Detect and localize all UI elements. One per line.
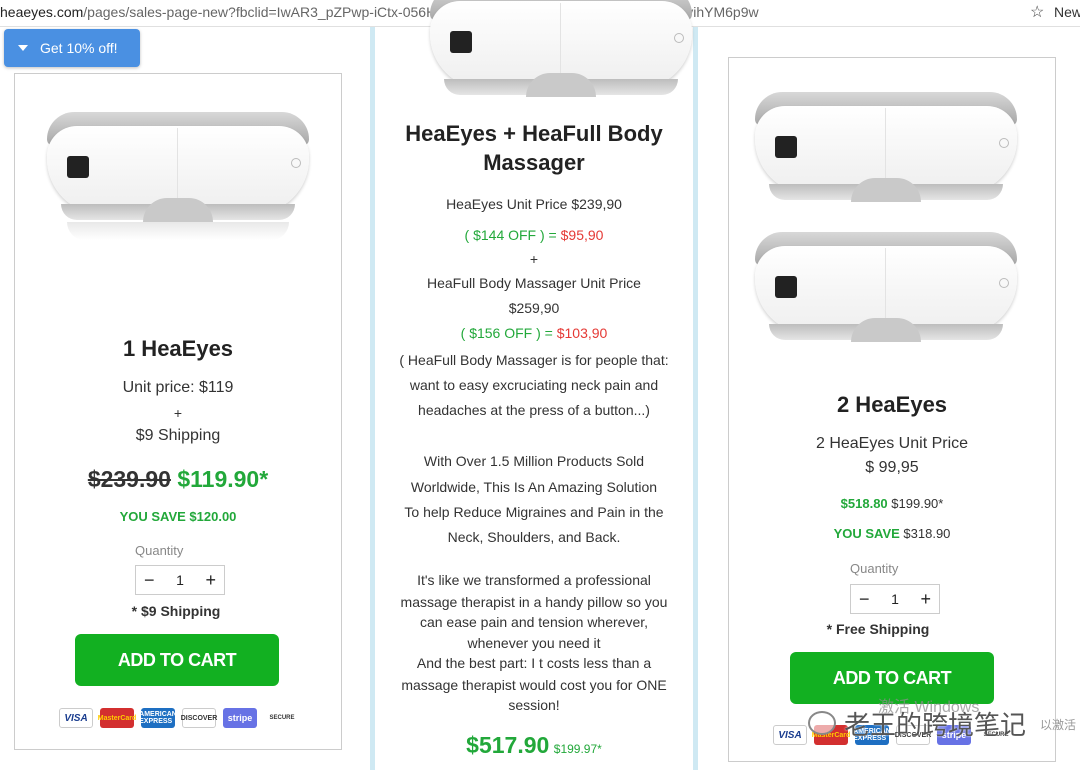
product-title: 2 HeaEyes — [836, 392, 948, 417]
secure-icon: SECURE — [264, 708, 300, 728]
decrement-button[interactable]: − — [859, 590, 870, 608]
heaeyes-unit-price: HeaEyes Unit Price $239,90 — [446, 196, 622, 212]
price-line: $239.90 $119.90* — [15, 466, 341, 493]
wechat-account-name: 老王的跨境笔记 — [844, 710, 1027, 741]
product-card-2-heaeyes: 2 HeaEyes 2 HeaEyes Unit Price $ 99,95 $… — [728, 57, 1056, 762]
description-line: Worldwide, This Is An Amazing Solution — [410, 479, 658, 495]
bundle-price-line: $517.90 $199.97* — [375, 732, 693, 759]
unit-price: Unit price: $119 — [122, 379, 234, 396]
description-line: It's like we transformed a professional — [417, 572, 651, 588]
shipping-note: * Free Shipping — [826, 621, 930, 637]
massager-discount: ( $156 OFF ) = $103,90 — [375, 325, 693, 341]
quantity-stepper[interactable]: − 1 + — [135, 565, 225, 595]
plus-sign: + — [173, 405, 183, 421]
quantity-label: Quantity — [850, 561, 899, 576]
bundle-title-line1: HeaEyes + HeaFull Body — [405, 121, 663, 146]
discount-price: $103,90 — [556, 325, 608, 341]
bundle-price: $517.90 — [466, 732, 550, 758]
bundle-title-line2: Massager — [483, 150, 585, 175]
plus-sign: + — [529, 251, 539, 267]
get-discount-button[interactable]: Get 10% off! — [4, 29, 140, 67]
amex-icon: AMERICAN EXPRESS — [139, 708, 177, 728]
you-save: YOU SAVE $318.90 — [729, 526, 1055, 541]
visa-icon: VISA — [59, 708, 93, 728]
product-image-goggles — [430, 0, 692, 117]
product-card-1-heaeyes: 1 HeaEyes Unit price: $119 + $9 Shipping… — [14, 73, 342, 750]
quantity-stepper[interactable]: − 1 + — [850, 584, 940, 614]
new-tab-label[interactable]: New — [1054, 4, 1080, 20]
product-image-goggles — [755, 222, 1017, 362]
price-line: $518.80 $199.90* — [729, 496, 1055, 511]
shipping-text: $9 Shipping — [135, 427, 221, 444]
payment-icons: VISA MasterCard AMERICAN EXPRESS DISCOVE… — [59, 708, 300, 728]
increment-button[interactable]: + — [920, 590, 931, 608]
discover-icon: DISCOVER — [181, 708, 217, 728]
description-line: massage therapist would cost you for ONE — [401, 677, 667, 693]
quantity-label: Quantity — [135, 543, 184, 558]
stripe-icon: stripe — [223, 708, 257, 728]
description-line: ( HeaFull Body Massager is for people th… — [399, 352, 669, 368]
you-save-value: $318.90 — [903, 526, 951, 541]
quantity-value[interactable]: 1 — [176, 572, 184, 588]
mastercard-icon: MasterCard — [98, 708, 136, 728]
description-line: With Over 1.5 Million Products Sold — [423, 453, 645, 469]
heaeyes-discount: ( $144 OFF ) = $95,90 — [375, 227, 693, 243]
wechat-icon — [808, 711, 836, 735]
description-line: headaches at the press of a button...) — [418, 402, 650, 418]
visa-icon: VISA — [773, 725, 807, 745]
old-price: $239.90 — [87, 466, 171, 492]
caret-down-icon — [18, 45, 28, 51]
url-domain: heaeyes.com — [0, 4, 84, 20]
wechat-watermark: 老王的跨境笔记 — [808, 706, 1027, 741]
product-card-bundle: HeaEyes + HeaFull Body Massager HeaEyes … — [370, 0, 698, 770]
discount-amount: ( $144 OFF ) = — [464, 227, 557, 243]
description-line: session! — [508, 697, 560, 713]
discount-price: $95,90 — [560, 227, 604, 243]
description-line: can ease pain and tension wherever, — [419, 614, 649, 630]
bundle-price-small: $199.97* — [553, 742, 602, 756]
massager-unit-price: HeaFull Body Massager Unit Price — [427, 275, 641, 291]
description-line: massage therapist in a handy pillow so y… — [400, 594, 668, 610]
increment-button[interactable]: + — [205, 571, 216, 589]
discount-amount: ( $156 OFF ) = — [460, 325, 553, 341]
price-old: $199.90* — [891, 496, 944, 511]
description-line: want to easy excruciating neck pain and — [409, 377, 659, 393]
you-save-label: YOU SAVE — [833, 526, 900, 541]
bookmark-star-icon[interactable]: ☆ — [1030, 2, 1044, 22]
description-line: Neck, Shoulders, and Back. — [447, 529, 621, 545]
product-image-goggles — [47, 102, 309, 242]
unit-price: 2 HeaEyes Unit Price — [815, 435, 969, 452]
product-image-goggles — [755, 82, 1017, 222]
watermark-tail: 以激活 — [1040, 718, 1077, 732]
discount-label: Get 10% off! — [40, 40, 118, 56]
add-to-cart-button[interactable]: ADD TO CART — [75, 634, 279, 686]
quantity-value[interactable]: 1 — [891, 591, 899, 607]
unit-price-value: $ 99,95 — [865, 459, 919, 476]
description-line: And the best part: I t costs less than a — [416, 655, 652, 671]
shipping-note: * $9 Shipping — [131, 603, 221, 619]
massager-unit-price-value: $259,90 — [508, 300, 560, 316]
price-green: $518.80 — [840, 496, 888, 511]
product-title: 1 HeaEyes — [122, 336, 234, 361]
description-line: whenever you need it — [467, 635, 601, 651]
you-save: YOU SAVE $120.00 — [119, 509, 237, 524]
decrement-button[interactable]: − — [144, 571, 155, 589]
new-price: $119.90* — [177, 466, 269, 492]
description-line: To help Reduce Migraines and Pain in the — [404, 504, 664, 520]
